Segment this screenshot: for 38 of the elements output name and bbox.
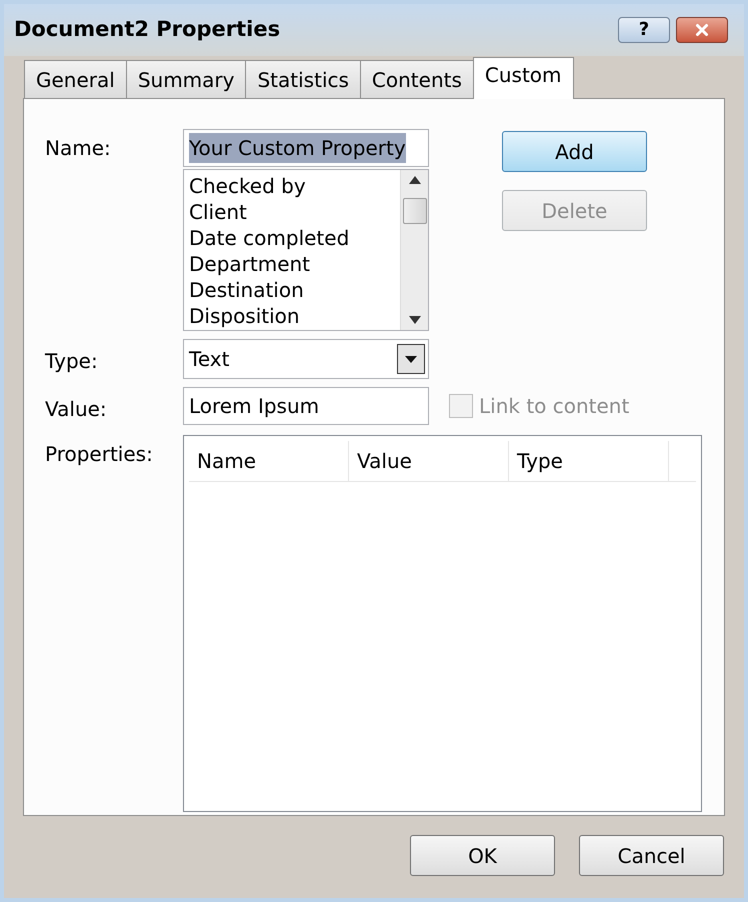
name-label: Name: bbox=[45, 135, 112, 162]
close-button[interactable] bbox=[676, 17, 728, 43]
link-to-content-label: Link to content bbox=[479, 393, 630, 420]
properties-label: Properties: bbox=[45, 441, 154, 468]
type-label: Type: bbox=[45, 348, 99, 375]
list-item[interactable]: Client bbox=[189, 199, 400, 225]
value-field[interactable]: Lorem Ipsum bbox=[183, 387, 429, 425]
scroll-down-icon bbox=[408, 316, 420, 324]
window-title: Document2 Properties bbox=[14, 16, 280, 44]
type-dropdown[interactable]: Text bbox=[183, 339, 429, 379]
column-header[interactable]: Value bbox=[349, 441, 509, 481]
tab[interactable]: Custom bbox=[472, 57, 574, 99]
name-value: Your Custom Property bbox=[189, 133, 406, 163]
list-item[interactable]: Department bbox=[189, 251, 400, 277]
list-item[interactable]: Checked by bbox=[189, 173, 400, 199]
name-field[interactable]: Your Custom Property bbox=[183, 129, 429, 167]
tab[interactable]: Statistics bbox=[245, 60, 361, 98]
list-item[interactable]: Destination bbox=[189, 277, 400, 303]
close-icon bbox=[693, 21, 711, 39]
scrollbar[interactable] bbox=[400, 170, 428, 330]
column-header[interactable]: Type bbox=[509, 441, 669, 481]
scroll-thumb[interactable] bbox=[402, 198, 426, 224]
scroll-up-icon bbox=[408, 176, 420, 184]
list-item[interactable]: Disposition bbox=[189, 303, 400, 329]
name-list[interactable]: Checked by Client Date completed Department Destination Disposition bbox=[183, 169, 429, 331]
value-label: Value: bbox=[45, 396, 108, 423]
tab[interactable]: Contents bbox=[360, 60, 474, 98]
list-item[interactable]: Date completed bbox=[189, 225, 400, 251]
column-header[interactable]: Name bbox=[189, 441, 349, 481]
properties-list[interactable]: Name Value Type bbox=[183, 435, 702, 812]
tab[interactable]: Summary bbox=[126, 60, 246, 98]
add-button[interactable]: Add bbox=[502, 131, 647, 172]
help-button[interactable]: ? bbox=[618, 17, 670, 43]
type-value: Text bbox=[189, 346, 230, 373]
cancel-button[interactable]: Cancel bbox=[579, 835, 724, 876]
value-text: Lorem Ipsum bbox=[189, 393, 320, 420]
tab[interactable]: General bbox=[24, 60, 127, 98]
ok-button[interactable]: OK bbox=[410, 835, 555, 876]
